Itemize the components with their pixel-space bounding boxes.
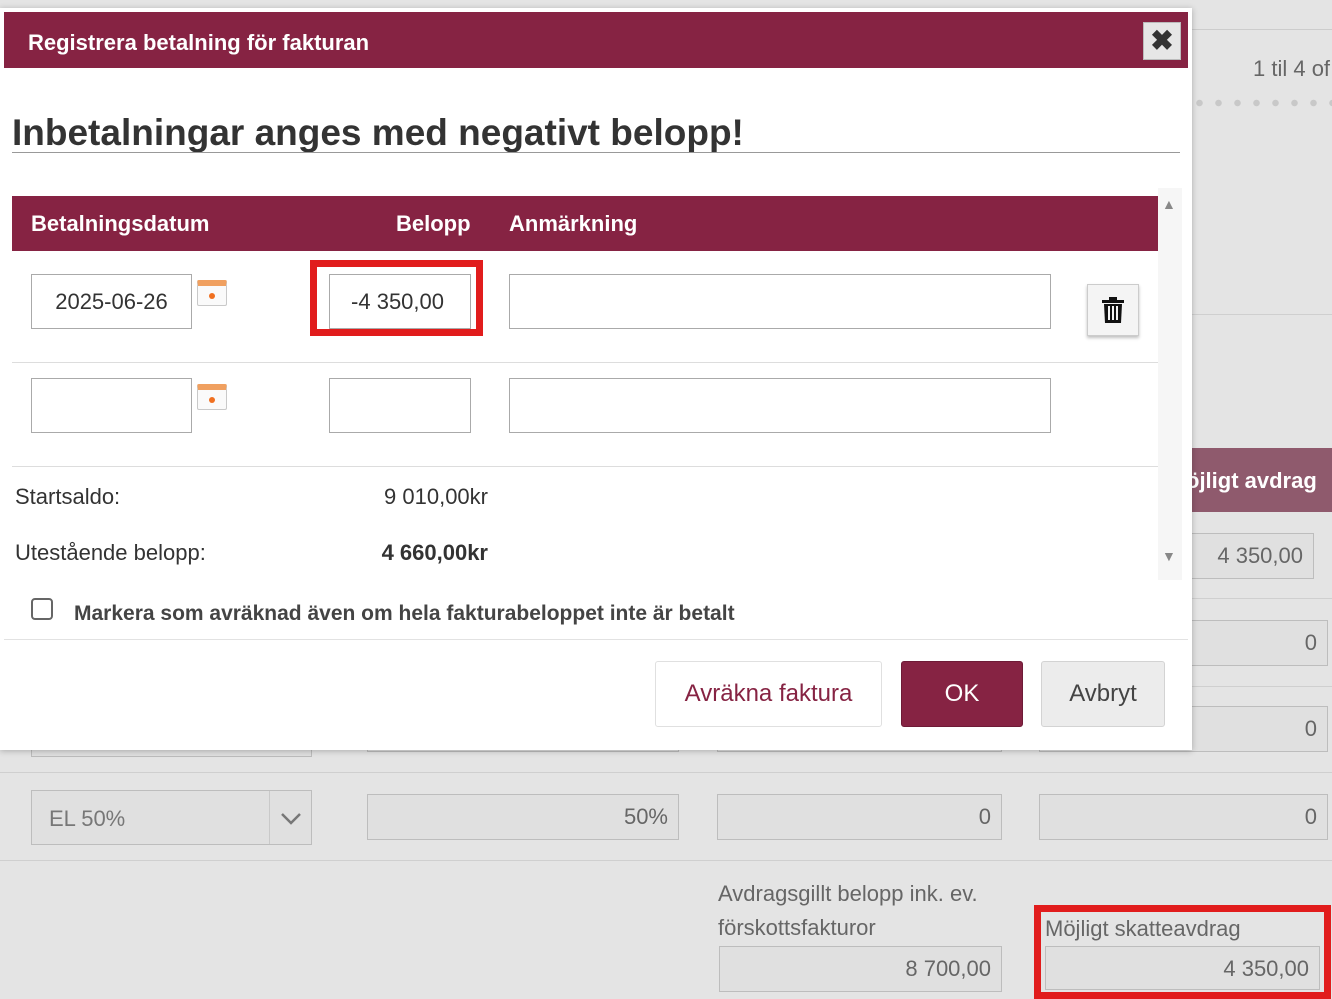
payment-date-input[interactable] bbox=[31, 378, 192, 433]
column-header-amount: Belopp bbox=[396, 211, 471, 236]
payments-scroll-area: ▲ ▼ Betalningsdatum Belopp Anmärkning 20… bbox=[12, 188, 1182, 580]
divider bbox=[0, 860, 1332, 861]
divider bbox=[0, 772, 1332, 773]
scrollbar[interactable] bbox=[1158, 188, 1182, 580]
trash-icon bbox=[1102, 297, 1124, 323]
row-divider bbox=[12, 466, 1158, 467]
bg-top-strip bbox=[1190, 0, 1332, 30]
percent-field[interactable]: 50% bbox=[367, 794, 679, 840]
divider bbox=[1190, 686, 1332, 687]
start-balance-label: Startsaldo: bbox=[15, 484, 121, 509]
footer-divider bbox=[4, 639, 1188, 640]
warning-heading: Inbetalningar anges med negativt belopp! bbox=[12, 112, 744, 153]
payment-note-input[interactable] bbox=[509, 274, 1051, 329]
arrow-up-icon[interactable]: ▲ bbox=[1162, 196, 1176, 212]
delete-payment-button[interactable] bbox=[1087, 284, 1139, 336]
close-icon: ✖ bbox=[1150, 25, 1174, 56]
deduction-field[interactable]: 0 bbox=[1039, 794, 1328, 840]
close-button[interactable]: ✖ bbox=[1143, 22, 1181, 60]
outstanding-value: 4 660,00kr bbox=[381, 540, 488, 565]
ok-button[interactable]: OK bbox=[901, 661, 1023, 727]
pagination-dots[interactable] bbox=[1190, 98, 1332, 108]
settle-checkbox-label: Markera som avräknad även om hela faktur… bbox=[74, 602, 735, 625]
start-balance-value: 9 010,00kr bbox=[384, 484, 488, 509]
dialog-title: Registrera betalning för fakturan bbox=[28, 30, 370, 55]
highlight-box bbox=[1034, 905, 1331, 999]
bg-value-field[interactable]: 4 350,00 bbox=[1190, 533, 1314, 579]
deductible-amount-label: Avdragsgillt belopp ink. ev. förskottsfa… bbox=[718, 881, 978, 940]
pagination-text: 1 til 4 of bbox=[1253, 56, 1331, 81]
payments-table-header: Betalningsdatum Belopp Anmärkning bbox=[12, 196, 1158, 251]
arrow-down-icon[interactable]: ▼ bbox=[1162, 548, 1176, 564]
column-header-note: Anmärkning bbox=[509, 211, 638, 236]
chevron-down-icon bbox=[269, 791, 311, 844]
cancel-button[interactable]: Avbryt bbox=[1041, 661, 1165, 727]
outstanding-label: Utestående belopp: bbox=[15, 540, 206, 565]
divider bbox=[1190, 598, 1332, 599]
payment-dialog: Registrera betalning för fakturan ✖ Inbe… bbox=[0, 8, 1192, 750]
type-select[interactable]: EL 50% bbox=[31, 790, 312, 845]
bg-value-field[interactable]: 0 bbox=[1190, 620, 1328, 666]
calendar-icon[interactable] bbox=[197, 384, 227, 410]
deductible-amount-field[interactable]: 8 700,00 bbox=[719, 946, 1002, 992]
row-divider bbox=[12, 362, 1158, 363]
column-header-date: Betalningsdatum bbox=[31, 211, 210, 236]
settle-invoice-button[interactable]: Avräkna faktura bbox=[655, 661, 882, 727]
amount-field[interactable]: 0 bbox=[717, 794, 1002, 840]
heading-divider bbox=[12, 152, 1180, 153]
bg-column-header: öjligt avdrag bbox=[1190, 448, 1332, 512]
dialog-header: Registrera betalning för fakturan ✖ bbox=[4, 12, 1188, 68]
payment-note-input[interactable] bbox=[509, 378, 1051, 433]
calendar-icon[interactable] bbox=[197, 280, 227, 306]
type-select-value: EL 50% bbox=[49, 806, 126, 831]
payment-amount-input[interactable] bbox=[329, 378, 471, 433]
settle-checkbox[interactable] bbox=[31, 598, 53, 620]
divider bbox=[1190, 314, 1332, 315]
highlight-box bbox=[310, 260, 483, 336]
payment-date-input[interactable] bbox=[31, 274, 192, 329]
